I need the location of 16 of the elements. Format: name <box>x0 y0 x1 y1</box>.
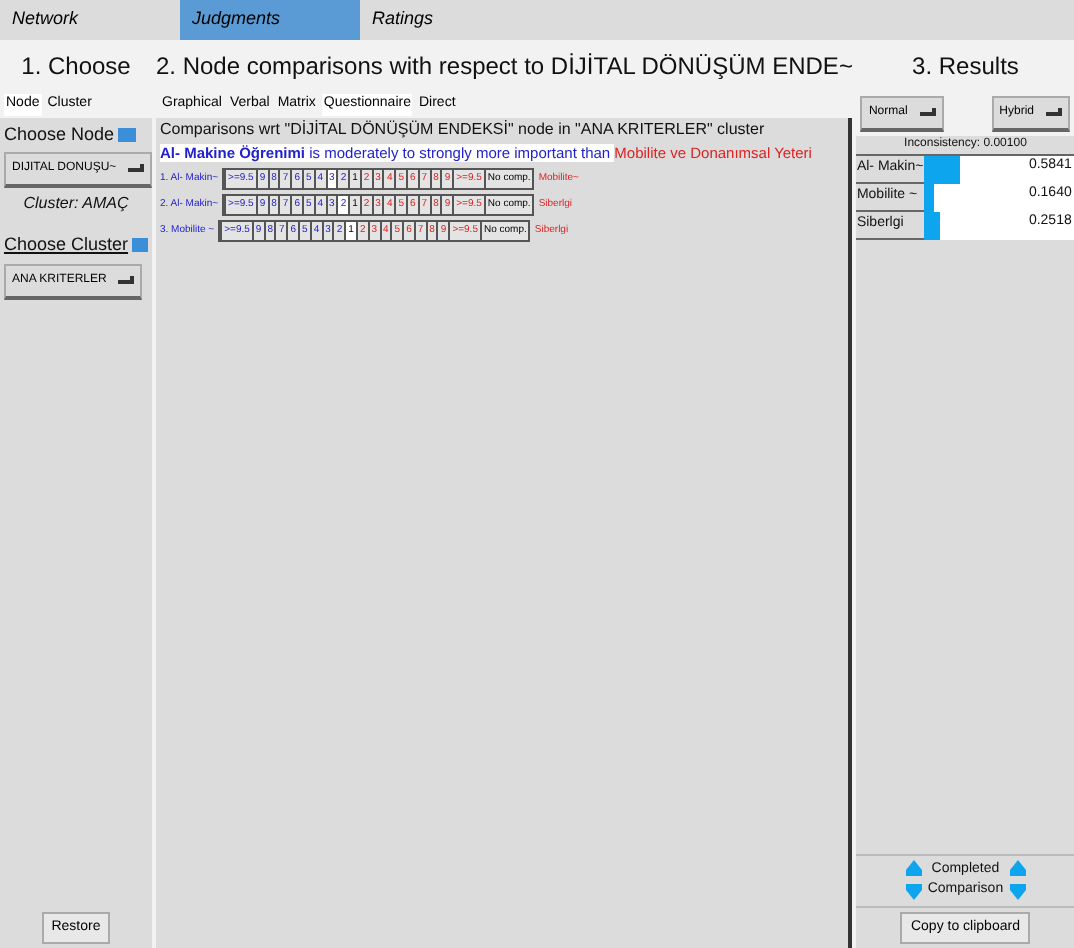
navigation-arrows-icon[interactable] <box>1009 860 1026 900</box>
caret-icon <box>919 108 936 118</box>
pane-title: 3. Results <box>856 40 1074 92</box>
label: Choose Node <box>4 121 115 147</box>
menu-tab[interactable]: Network <box>0 0 180 40</box>
menu-tab[interactable]: Judgments <box>180 0 360 40</box>
heading: Comparisons wrt "DİJİTAL DÖNÜŞÜM ENDEKSİ" node in "ANA KRITERLER" cluster <box>160 117 767 141</box>
pane-title: 1. Choose <box>0 40 152 92</box>
pane-title: 2. Node comparisons with respect to DİJİTAL DÖNÜŞÜM ENDE~ <box>156 40 853 92</box>
navigation-arrows-icon[interactable] <box>905 860 922 900</box>
label: Choose Cluster <box>4 232 129 258</box>
caret-icon <box>128 164 145 174</box>
caret-icon <box>118 275 135 285</box>
menu-tab[interactable]: Ratings <box>360 0 540 40</box>
label: Cluster: AMAÇ <box>21 192 131 216</box>
caret-icon <box>1046 108 1062 118</box>
